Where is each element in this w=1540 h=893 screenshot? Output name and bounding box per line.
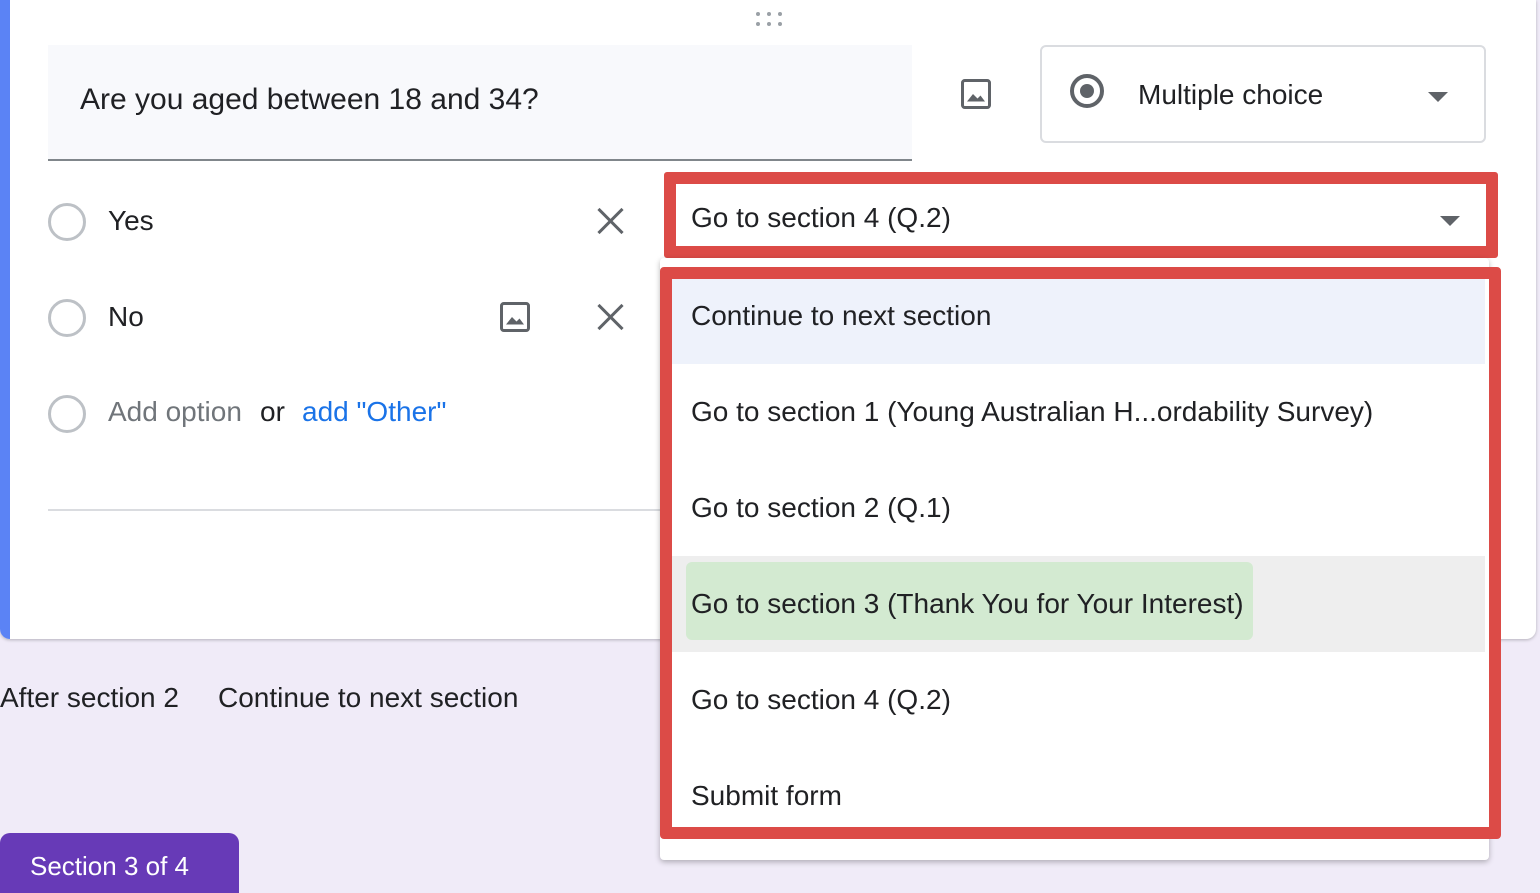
question-type-select[interactable]: Multiple choice [1040, 45, 1486, 143]
option-radio-yes[interactable] [48, 203, 86, 241]
go-to-section-value: Go to section 4 (Q.2) [691, 202, 951, 233]
dropdown-item-submit[interactable]: Submit form [672, 748, 1485, 844]
option-image-icon[interactable] [495, 297, 535, 337]
option-radio-no[interactable] [48, 299, 86, 337]
add-option-button[interactable]: Add option [108, 396, 242, 428]
add-option-radio [48, 395, 86, 433]
dropdown-item-label: Continue to next section [691, 300, 992, 331]
chevron-down-icon [1440, 216, 1460, 226]
card-accent-bar [0, 0, 10, 639]
dropdown-item-section-2[interactable]: Go to section 2 (Q.1) [672, 460, 1485, 556]
remove-option-no-close-icon[interactable] [592, 298, 630, 336]
question-title-field[interactable]: Are you aged between 18 and 34? [48, 45, 912, 161]
section-tab-label: Section 3 of 4 [30, 851, 189, 881]
dropdown-item-label: Submit form [691, 780, 842, 811]
dropdown-item-label: Go to section 2 (Q.1) [691, 492, 951, 523]
radio-button-icon [1070, 74, 1104, 108]
option-label-no[interactable]: No [108, 301, 144, 333]
dropdown-item-label: Go to section 3 (Thank You for Your Inte… [691, 588, 1244, 619]
dropdown-item-section-3[interactable]: Go to section 3 (Thank You for Your Inte… [672, 556, 1485, 652]
chevron-down-icon [1428, 92, 1448, 102]
drag-handle-icon[interactable] [753, 12, 785, 30]
section-tab: Section 3 of 4 [0, 833, 239, 893]
divider [48, 509, 660, 511]
remove-option-yes-close-icon[interactable] [592, 202, 630, 240]
dropdown-item-label: Go to section 4 (Q.2) [691, 684, 951, 715]
dropdown-item-continue[interactable]: Continue to next section [672, 268, 1485, 364]
option-label-yes[interactable]: Yes [108, 205, 154, 237]
dropdown-item-label: Go to section 1 (Young Australian H...or… [691, 396, 1374, 427]
go-to-section-select[interactable]: Go to section 4 (Q.2) [664, 172, 1498, 258]
after-section-label: After section 2 [0, 682, 179, 713]
or-text: or [260, 396, 285, 427]
question-title[interactable]: Are you aged between 18 and 34? [80, 83, 539, 117]
after-section-select[interactable]: Continue to next section [218, 682, 518, 714]
add-image-icon[interactable] [956, 74, 996, 114]
add-other-link[interactable]: add "Other" [302, 396, 446, 428]
dropdown-item-section-1[interactable]: Go to section 1 (Young Australian H...or… [672, 364, 1485, 460]
dropdown-item-section-4[interactable]: Go to section 4 (Q.2) [672, 652, 1485, 748]
question-type-label: Multiple choice [1138, 79, 1324, 110]
